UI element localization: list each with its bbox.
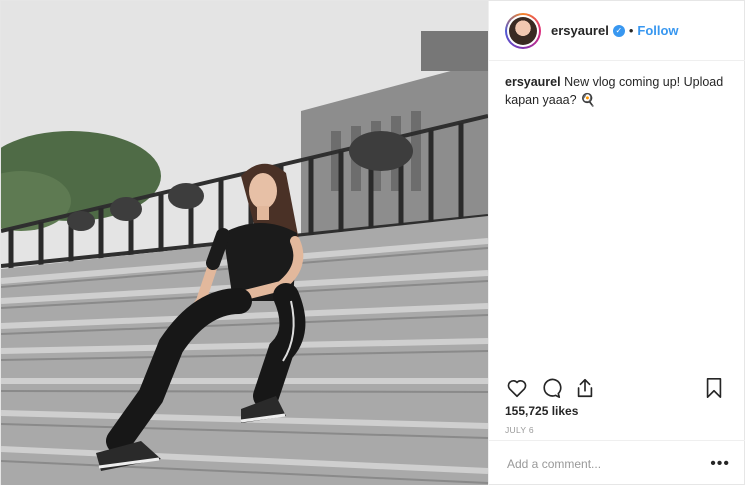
caption-username-link[interactable]: ersyaurel (505, 75, 561, 89)
instagram-post: ersyaurel ✓ • Follow ersyaurel New vlog … (0, 0, 745, 485)
bookmark-icon[interactable] (702, 376, 726, 400)
post-header: ersyaurel ✓ • Follow (489, 1, 745, 61)
post-side-panel: ersyaurel ✓ • Follow ersyaurel New vlog … (488, 1, 745, 485)
likes-count[interactable]: 155,725 likes (505, 404, 578, 418)
post-photo[interactable] (1, 1, 488, 485)
follow-button[interactable]: Follow (637, 23, 678, 38)
share-icon[interactable] (573, 376, 597, 400)
avatar-ring-inner (507, 14, 539, 47)
comment-icon[interactable] (539, 376, 563, 400)
verified-badge-icon: ✓ (612, 24, 625, 37)
post-date[interactable]: JULY 6 (505, 425, 534, 435)
photo-illustration (1, 1, 488, 485)
header-separator: • (628, 23, 634, 38)
heart-icon[interactable] (505, 376, 529, 400)
post-caption: ersyaurel New vlog coming up! Upload kap… (489, 61, 745, 121)
username-link[interactable]: ersyaurel (551, 23, 609, 38)
avatar[interactable] (505, 12, 541, 49)
comment-bar: ••• (489, 440, 745, 485)
post-actions (505, 375, 736, 401)
avatar-image (509, 16, 537, 45)
more-options-icon[interactable]: ••• (710, 455, 730, 473)
add-comment-input[interactable] (507, 456, 711, 471)
